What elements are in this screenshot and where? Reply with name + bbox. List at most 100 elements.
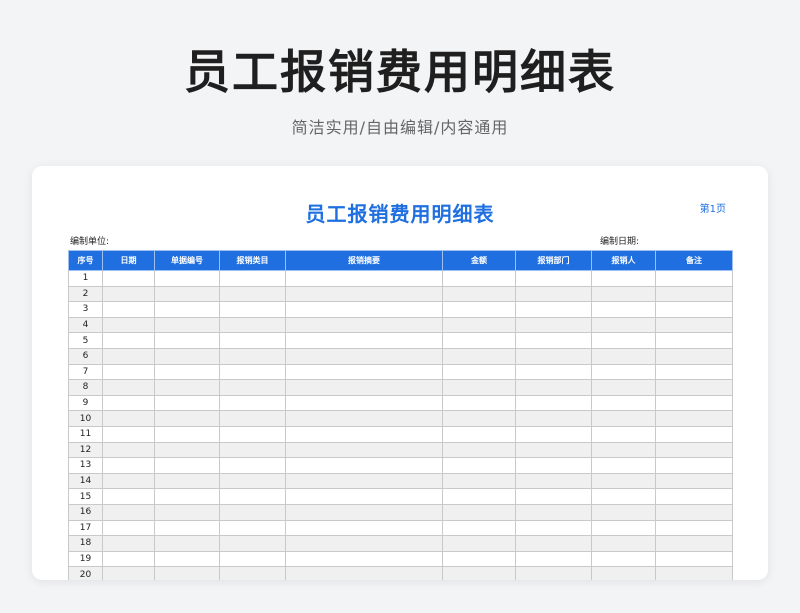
table-cell[interactable] [219,457,286,474]
table-cell[interactable] [285,535,443,552]
table-cell[interactable] [515,488,592,505]
table-cell[interactable] [591,550,656,568]
table-cell[interactable] [442,347,516,365]
table-cell[interactable] [154,270,220,287]
table-cell[interactable] [154,363,220,381]
table-cell[interactable] [154,394,220,412]
table-cell[interactable] [515,301,592,318]
table-cell[interactable] [102,285,155,303]
table-cell[interactable] [655,363,733,381]
table-cell[interactable] [442,472,516,490]
table-cell[interactable] [219,488,286,505]
table-cell[interactable] [102,441,155,459]
table-cell[interactable] [102,332,155,349]
table-cell[interactable] [219,472,286,490]
table-cell[interactable] [655,535,733,552]
table-cell[interactable] [154,410,220,427]
table-cell[interactable] [515,363,592,381]
table-cell[interactable] [102,363,155,381]
table-cell[interactable] [285,441,443,459]
table-cell[interactable] [102,457,155,474]
table-cell[interactable] [154,503,220,521]
table-cell[interactable] [285,379,443,396]
table-cell[interactable] [219,410,286,427]
table-cell[interactable] [591,535,656,552]
table-cell[interactable] [154,425,220,443]
table-cell[interactable] [154,332,220,349]
table-cell[interactable] [285,503,443,521]
table-cell[interactable] [102,503,155,521]
table-cell[interactable] [515,347,592,365]
table-cell[interactable] [655,488,733,505]
table-cell[interactable] [102,519,155,537]
table-cell[interactable] [591,270,656,287]
table-cell[interactable] [515,441,592,459]
table-cell[interactable] [219,332,286,349]
table-cell[interactable] [655,316,733,334]
table-cell[interactable] [655,550,733,568]
table-cell[interactable] [591,285,656,303]
table-cell[interactable] [591,566,656,580]
table-cell[interactable] [102,379,155,396]
table-cell[interactable] [655,457,733,474]
table-cell[interactable] [591,488,656,505]
table-cell[interactable] [285,363,443,381]
table-cell[interactable] [154,301,220,318]
table-cell[interactable] [515,566,592,580]
table-cell[interactable] [219,363,286,381]
table-cell[interactable] [285,457,443,474]
table-cell[interactable] [285,316,443,334]
table-cell[interactable] [285,347,443,365]
table-cell[interactable] [219,379,286,396]
table-cell[interactable] [285,332,443,349]
table-cell[interactable] [102,425,155,443]
table-cell[interactable] [102,488,155,505]
table-cell[interactable] [102,472,155,490]
table-cell[interactable] [102,347,155,365]
table-cell[interactable] [219,301,286,318]
table-cell[interactable] [219,441,286,459]
table-cell[interactable] [102,566,155,580]
table-cell[interactable] [102,301,155,318]
table-cell[interactable] [442,301,516,318]
table-cell[interactable] [591,425,656,443]
table-cell[interactable] [219,394,286,412]
table-cell[interactable] [442,394,516,412]
table-cell[interactable] [154,457,220,474]
table-cell[interactable] [219,347,286,365]
table-cell[interactable] [655,503,733,521]
table-cell[interactable] [655,441,733,459]
table-cell[interactable] [442,379,516,396]
table-cell[interactable] [442,363,516,381]
table-cell[interactable] [591,441,656,459]
table-cell[interactable] [285,550,443,568]
table-cell[interactable] [102,410,155,427]
table-cell[interactable] [515,457,592,474]
table-cell[interactable] [515,472,592,490]
table-cell[interactable] [515,410,592,427]
table-cell[interactable] [591,332,656,349]
table-cell[interactable] [219,503,286,521]
table-cell[interactable] [442,488,516,505]
table-cell[interactable] [515,332,592,349]
table-cell[interactable] [515,503,592,521]
table-cell[interactable] [285,270,443,287]
table-cell[interactable] [591,394,656,412]
table-cell[interactable] [102,535,155,552]
table-cell[interactable] [219,316,286,334]
table-cell[interactable] [154,441,220,459]
table-cell[interactable] [154,347,220,365]
table-cell[interactable] [515,394,592,412]
table-cell[interactable] [285,410,443,427]
table-cell[interactable] [102,394,155,412]
table-cell[interactable] [655,347,733,365]
table-cell[interactable] [591,316,656,334]
table-cell[interactable] [591,363,656,381]
table-cell[interactable] [591,347,656,365]
table-cell[interactable] [285,394,443,412]
table-cell[interactable] [285,285,443,303]
table-cell[interactable] [655,301,733,318]
table-cell[interactable] [655,519,733,537]
table-cell[interactable] [154,285,220,303]
table-cell[interactable] [442,457,516,474]
